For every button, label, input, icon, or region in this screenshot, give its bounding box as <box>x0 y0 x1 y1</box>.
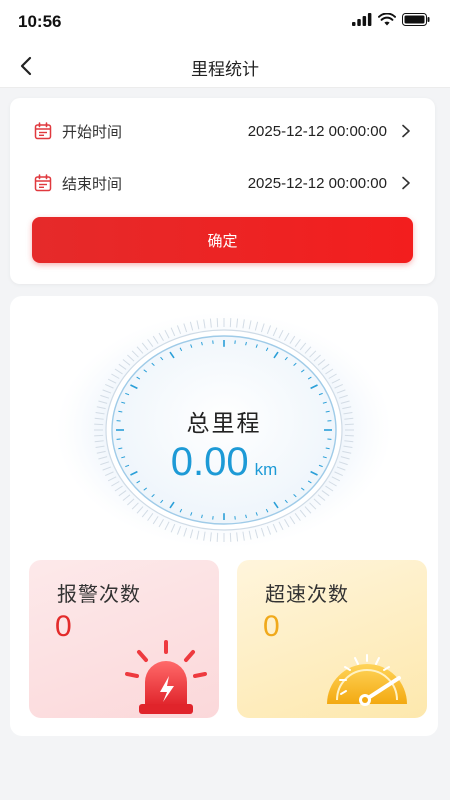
mileage-stats-card: 总里程 0.00 km 报警次数 0 超速次数 0 <box>10 296 438 736</box>
alarm-count-value: 0 <box>55 610 72 643</box>
alarm-siren-icon <box>125 640 207 714</box>
start-time-row[interactable]: 开始时间 2025-12-12 00:00:00 <box>34 118 413 144</box>
start-time-value: 2025-12-12 00:00:00 <box>247 122 387 140</box>
status-bar: 10:56 <box>0 0 450 44</box>
total-mileage-unit: km <box>254 460 278 479</box>
calendar-icon <box>34 122 52 140</box>
status-time: 10:56 <box>18 12 62 31</box>
chevron-right-icon <box>402 176 410 190</box>
total-mileage-label: 总里程 <box>186 411 262 437</box>
total-mileage-value: 0.00 <box>170 440 249 484</box>
alarm-count-card[interactable]: 报警次数 0 <box>29 560 219 718</box>
mileage-dial: 总里程 0.00 km <box>54 312 394 552</box>
confirm-button[interactable]: 确定 <box>32 217 413 263</box>
date-filter-card: 开始时间 2025-12-12 00:00:00 结束时间 2025-12-12… <box>10 98 435 284</box>
end-time-value: 2025-12-12 00:00:00 <box>247 174 387 192</box>
battery-icon <box>402 13 430 26</box>
end-time-row[interactable]: 结束时间 2025-12-12 00:00:00 <box>34 170 413 196</box>
wifi-icon <box>378 13 396 26</box>
nav-bar: 里程统计 <box>0 44 450 88</box>
cellular-signal-icon <box>352 13 372 26</box>
total-mileage-readout: 0.00 km <box>54 440 394 485</box>
status-icons <box>352 13 430 26</box>
alarm-count-label: 报警次数 <box>57 582 141 606</box>
page-title: 里程统计 <box>191 60 259 80</box>
chevron-right-icon <box>402 124 410 138</box>
overspeed-count-card[interactable]: 超速次数 0 <box>237 560 427 718</box>
speedometer-icon <box>327 654 407 706</box>
overspeed-count-label: 超速次数 <box>265 582 349 606</box>
start-time-label: 开始时间 <box>62 122 123 141</box>
end-time-label: 结束时间 <box>62 174 123 193</box>
calendar-icon <box>34 174 52 192</box>
overspeed-count-value: 0 <box>263 610 280 643</box>
